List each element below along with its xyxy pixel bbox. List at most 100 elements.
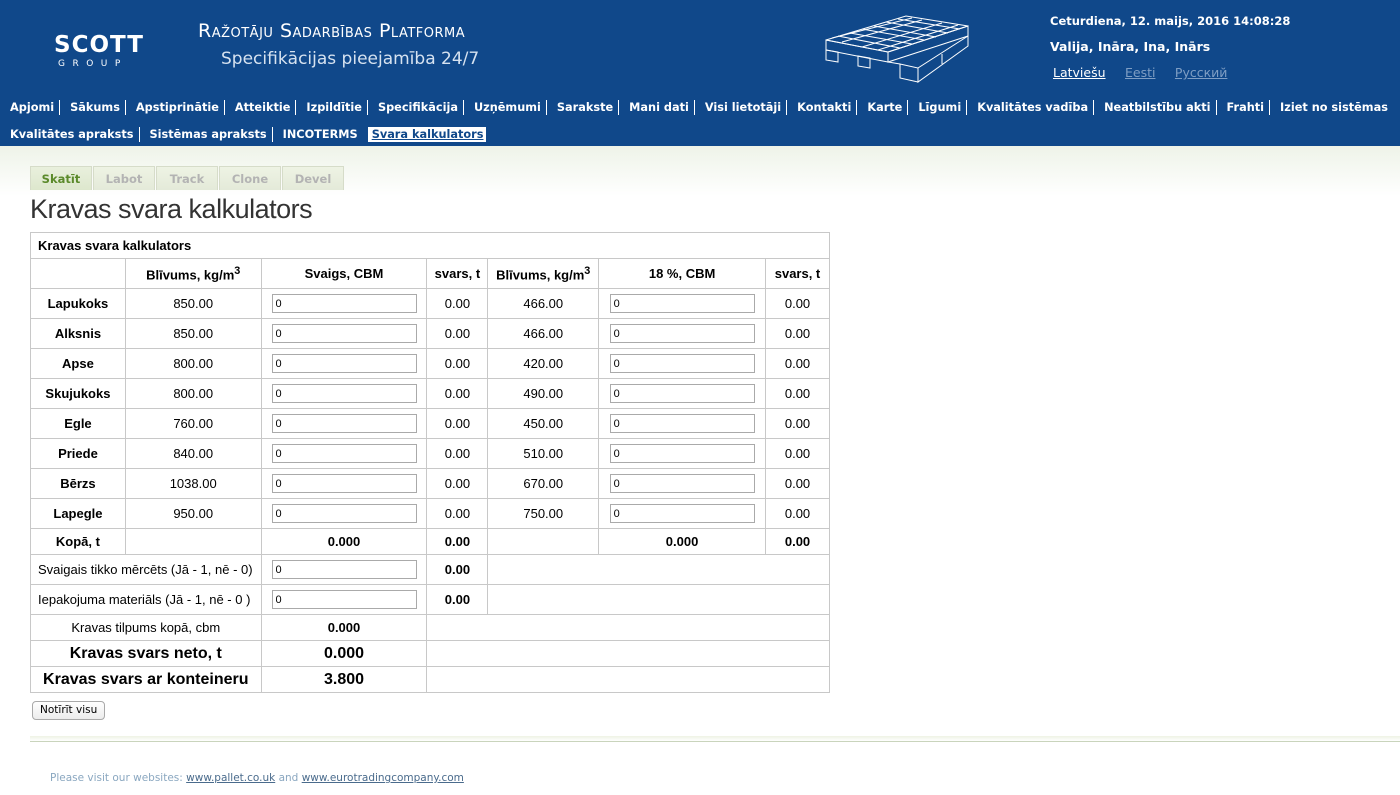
- density-fresh: 760.00: [124, 408, 262, 439]
- weight-fresh: 0.00: [426, 288, 489, 319]
- nav-mani-dati[interactable]: Mani dati: [618, 100, 694, 115]
- density-fresh: 1038.00: [124, 468, 262, 499]
- header: SCOTT GROUP Ražotāju Sadarbības Platform…: [0, 0, 1400, 146]
- language-switcher: Latviešu Eesti Русский: [1053, 64, 1242, 82]
- weight-dry: 0.00: [765, 438, 830, 469]
- footer-prefix: Please visit our websites:: [50, 772, 183, 784]
- main-nav-row-2: Kvalitātes apraksts Sistēmas apraksts INCO…: [0, 125, 487, 143]
- language-estonian[interactable]: Eesti: [1125, 65, 1155, 80]
- dry-cbm-input[interactable]: [609, 414, 755, 433]
- language-latvian[interactable]: Latviešu: [1053, 65, 1106, 80]
- density-fresh: 800.00: [124, 378, 262, 409]
- fresh-measured-input[interactable]: [271, 560, 417, 579]
- scott-group-logo[interactable]: SCOTT GROUP: [54, 32, 146, 72]
- density-dry: 510.00: [487, 438, 600, 469]
- container-weight-value: 3.800: [260, 666, 428, 693]
- weight-fresh: 0.00: [426, 438, 489, 469]
- volume-total-row: Kravas tilpums kopā, cbm 0.000: [30, 614, 830, 641]
- container-weight-row: Kravas svars ar konteineru 3.800: [30, 666, 830, 693]
- density-dry: 490.00: [487, 378, 600, 409]
- fresh-cbm-input[interactable]: [271, 294, 417, 313]
- nav-apstiprinatie[interactable]: Apstiprinātie: [124, 100, 224, 115]
- nav-frahti[interactable]: Frahti: [1215, 100, 1270, 115]
- nav-incoterms[interactable]: INCOTERMS: [271, 127, 363, 142]
- packaging-row: Iepakojuma materiāls (Jā - 1, nē - 0 ) 0…: [30, 584, 830, 615]
- table-caption: Kravas svara kalkulators: [30, 232, 830, 259]
- nav-sakums[interactable]: Sākums: [59, 100, 125, 115]
- fresh-cbm-input[interactable]: [271, 504, 417, 523]
- nav-kvalitates-vadiba[interactable]: Kvalitātes vadība: [966, 100, 1093, 115]
- density-dry: 670.00: [487, 468, 600, 499]
- weight-fresh: 0.00: [426, 378, 489, 409]
- tab-skatit[interactable]: Skatīt: [30, 166, 92, 190]
- logo-text: SCOTT: [54, 32, 144, 58]
- nav-visi-lietotaji[interactable]: Visi lietotāji: [693, 100, 786, 115]
- footer-and: and: [278, 772, 299, 784]
- tab-labot[interactable]: Labot: [93, 166, 155, 190]
- nav-sarakste[interactable]: Sarakste: [545, 100, 618, 115]
- view-tabs: Skatīt Labot Track Clone Devel: [30, 166, 345, 190]
- nav-apjomi[interactable]: Apjomi: [0, 100, 59, 115]
- weight-fresh: 0.00: [426, 348, 489, 379]
- reset-all-button[interactable]: Notīrīt visu: [32, 701, 106, 720]
- dry-cbm-input[interactable]: [609, 504, 755, 523]
- page-title: Kravas svara kalkulators: [30, 194, 313, 224]
- total-weight-dry: 0.00: [765, 528, 830, 555]
- fresh-cbm-input[interactable]: [271, 474, 417, 493]
- footer-link-eurotrading[interactable]: www.eurotradingcompany.com: [302, 772, 464, 784]
- nav-izpilditie[interactable]: Izpildītie: [295, 100, 367, 115]
- fresh-cbm-input[interactable]: [271, 354, 417, 373]
- nav-kvalitates-apraksts[interactable]: Kvalitātes apraksts: [0, 127, 139, 142]
- table-row: Priede840.000.00510.000.00: [30, 438, 830, 469]
- wood-name: Apse: [30, 348, 126, 379]
- nav-atteiktie[interactable]: Atteiktie: [223, 100, 296, 115]
- nav-svara-kalkulators[interactable]: Svara kalkulators: [367, 127, 487, 142]
- nav-neatbilstibu-akti[interactable]: Neatbilstību akti: [1093, 100, 1215, 115]
- tab-track[interactable]: Track: [156, 166, 218, 190]
- container-weight-label: Kravas svars ar konteineru: [30, 666, 262, 693]
- nav-logout[interactable]: Iziet no sistēmas: [1269, 100, 1393, 115]
- wood-name: Lapukoks: [30, 288, 126, 319]
- footer-divider: [30, 736, 1400, 742]
- nav-kontakti[interactable]: Kontakti: [786, 100, 856, 115]
- nav-karte[interactable]: Karte: [856, 100, 907, 115]
- footer-link-pallet[interactable]: www.pallet.co.uk: [186, 772, 275, 784]
- nav-uznemumi[interactable]: Uzņēmumi: [462, 100, 546, 115]
- table-row: Egle760.000.00450.000.00: [30, 408, 830, 439]
- wood-name: Bērzs: [30, 468, 126, 499]
- dry-cbm-input[interactable]: [609, 324, 755, 343]
- density-dry: 420.00: [487, 348, 600, 379]
- nav-sistemas-apraksts[interactable]: Sistēmas apraksts: [138, 127, 272, 142]
- fresh-cbm-input[interactable]: [271, 384, 417, 403]
- weight-fresh: 0.00: [426, 498, 489, 529]
- header-weight-fresh: svars, t: [426, 258, 489, 289]
- pallet-icon: [825, 15, 969, 83]
- tab-clone[interactable]: Clone: [219, 166, 281, 190]
- dry-cbm-input[interactable]: [609, 444, 755, 463]
- weight-dry: 0.00: [765, 288, 830, 319]
- weight-fresh: 0.00: [426, 468, 489, 499]
- packaging-input[interactable]: [271, 590, 417, 609]
- wood-name: Priede: [30, 438, 126, 469]
- fresh-measured-weight: 0.00: [426, 554, 489, 585]
- header-weight-dry: svars, t: [765, 258, 830, 289]
- dry-cbm-input[interactable]: [609, 384, 755, 403]
- dry-cbm-input[interactable]: [609, 354, 755, 373]
- dry-cbm-input[interactable]: [609, 294, 755, 313]
- language-russian[interactable]: Русский: [1175, 65, 1227, 80]
- weight-dry: 0.00: [765, 498, 830, 529]
- fresh-cbm-input[interactable]: [271, 324, 417, 343]
- net-weight-label: Kravas svars neto, t: [30, 640, 262, 667]
- fresh-cbm-input[interactable]: [271, 444, 417, 463]
- nav-specifikacija[interactable]: Specifikācija: [366, 100, 463, 115]
- nav-ligumi[interactable]: Līgumi: [907, 100, 966, 115]
- total-dry-cbm: 0.000: [598, 528, 767, 555]
- weight-fresh: 0.00: [426, 408, 489, 439]
- fresh-cbm-input[interactable]: [271, 414, 417, 433]
- fresh-measured-row: Svaigais tikko mērcēts (Jā - 1, nē - 0) …: [30, 554, 830, 585]
- dry-cbm-input[interactable]: [609, 474, 755, 493]
- tab-devel[interactable]: Devel: [282, 166, 344, 190]
- weight-dry: 0.00: [765, 468, 830, 499]
- site-subtitle: Specifikācijas pieejamība 24/7: [221, 49, 480, 69]
- density-fresh: 840.00: [124, 438, 262, 469]
